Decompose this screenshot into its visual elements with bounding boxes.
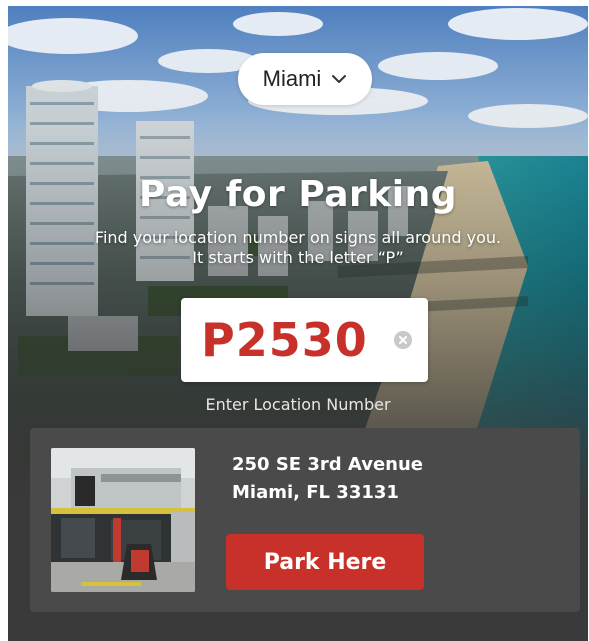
city-selector[interactable]: Miami — [238, 53, 372, 105]
instructions-line-1: Find your location number on signs all a… — [94, 228, 502, 247]
instructions-line-2: It starts with the letter “P” — [192, 248, 404, 267]
location-card: 250 SE 3rd Avenue Miami, FL 33131 Park H… — [30, 428, 580, 612]
clear-icon[interactable] — [394, 331, 412, 349]
chevron-down-icon — [332, 75, 347, 83]
app-screen: Miami Pay for Parking Find your location… — [8, 6, 588, 641]
instructions: Find your location number on signs all a… — [8, 228, 588, 268]
city-name: Miami — [262, 66, 322, 91]
location-number-input[interactable]: P2530 — [181, 298, 428, 382]
parking-garage-photo — [51, 448, 195, 592]
location-number-label: Enter Location Number — [205, 395, 391, 414]
page-title: Pay for Parking — [139, 174, 457, 215]
location-number-value: P2530 — [201, 313, 368, 367]
address-line-1: 250 SE 3rd Avenue — [232, 454, 423, 475]
park-here-button[interactable]: Park Here — [226, 534, 424, 590]
address-line-2: Miami, FL 33131 — [232, 482, 399, 503]
